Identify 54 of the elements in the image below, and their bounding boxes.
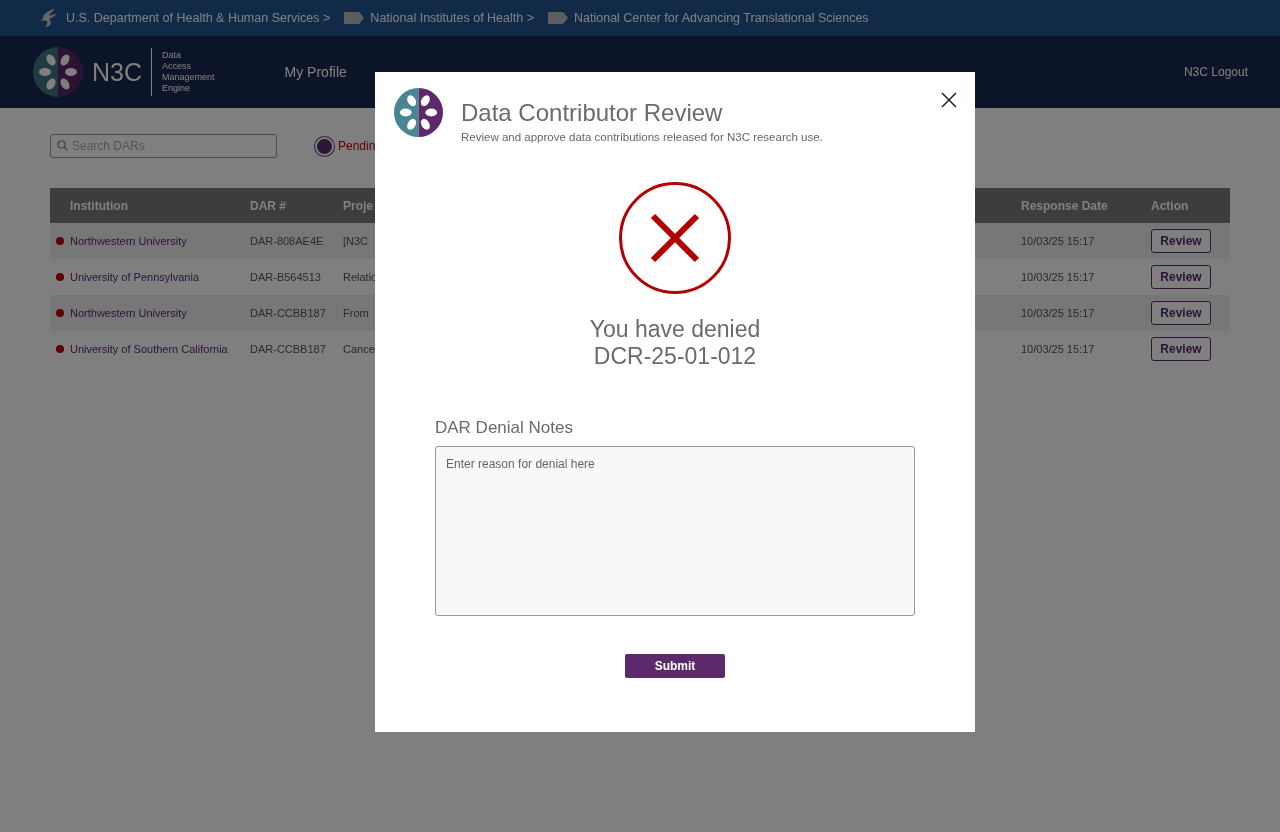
search-icon: [57, 140, 68, 151]
review-button[interactable]: Review: [1151, 265, 1211, 289]
status-dot: [56, 309, 64, 317]
nav-link[interactable]: My Profile: [284, 64, 347, 80]
submit-button[interactable]: Submit: [625, 654, 725, 678]
logout-link[interactable]: N3C Logout: [1183, 65, 1248, 79]
review-button[interactable]: Review: [1151, 301, 1211, 325]
table-cell-text: 10/03/25 15:17: [1021, 235, 1096, 247]
modal-subtitle: Review and approve data contributions released for N3C research use.: [461, 131, 823, 143]
column-header: Response Date: [1021, 198, 1109, 213]
institution-link[interactable]: Northwestern University: [70, 307, 187, 319]
table-cell-text: DAR-CCBB187: [250, 343, 327, 355]
breadcrumb-link[interactable]: National Institutes of Health >: [370, 11, 534, 25]
table-cell-text: 10/03/25 15:17: [1021, 307, 1096, 319]
breadcrumb-link[interactable]: U.S. Department of Health & Human Services >: [66, 11, 331, 25]
field-label: DAR Denial Notes: [435, 418, 574, 438]
brand-name: N3C: [92, 48, 152, 96]
tagline-text: Engine: [162, 83, 192, 94]
table-cell-text: DAR-808AE4E: [250, 235, 325, 247]
radio-button[interactable]: [315, 136, 334, 156]
status-dot: [56, 273, 64, 281]
status-message: You have denied: [589, 316, 761, 343]
review-button[interactable]: Review: [1151, 337, 1211, 361]
column-header: Action: [1151, 198, 1190, 213]
tagline-text: Management: [162, 72, 215, 83]
table-cell-text: Cance: [343, 343, 376, 355]
table-cell-text: 10/03/25 15:17: [1021, 343, 1096, 355]
error-icon: [618, 181, 732, 295]
table-cell-text: [N3C: [343, 235, 370, 247]
tagline-text: Data: [162, 50, 183, 61]
table-cell-text: DAR-CCBB187: [250, 307, 327, 319]
status-dot: [56, 237, 64, 245]
close-icon[interactable]: [941, 92, 957, 108]
notes-field[interactable]: Enter reason for denial here: [435, 446, 915, 616]
column-header: Institution: [69, 198, 129, 213]
logo-icon: [33, 47, 83, 97]
review-button[interactable]: Review: [1151, 229, 1211, 253]
table-cell-text: DAR-B564513: [250, 271, 322, 283]
institution-link[interactable]: University of Southern California: [70, 343, 228, 355]
column-header: DAR #: [250, 198, 287, 213]
tag-icon: [344, 12, 365, 24]
tag-icon: [548, 12, 568, 24]
column-header: Proje: [343, 198, 374, 213]
institution-link[interactable]: University of Pennsylvania: [70, 271, 199, 283]
logo-icon: [394, 88, 443, 137]
table-cell-text: From: [343, 307, 370, 319]
status-message: DCR-25-01-012: [593, 343, 757, 370]
modal-title: Data Contributor Review: [461, 99, 724, 127]
breadcrumb-link[interactable]: National Center for Advancing Translational Sciences: [574, 11, 869, 25]
filter-label: Pendin: [338, 139, 376, 153]
table-cell-text: 10/03/25 15:17: [1021, 271, 1096, 283]
tagline-text: Access: [162, 61, 193, 72]
status-dot: [56, 345, 64, 353]
institution-link[interactable]: Northwestern University: [70, 235, 187, 247]
